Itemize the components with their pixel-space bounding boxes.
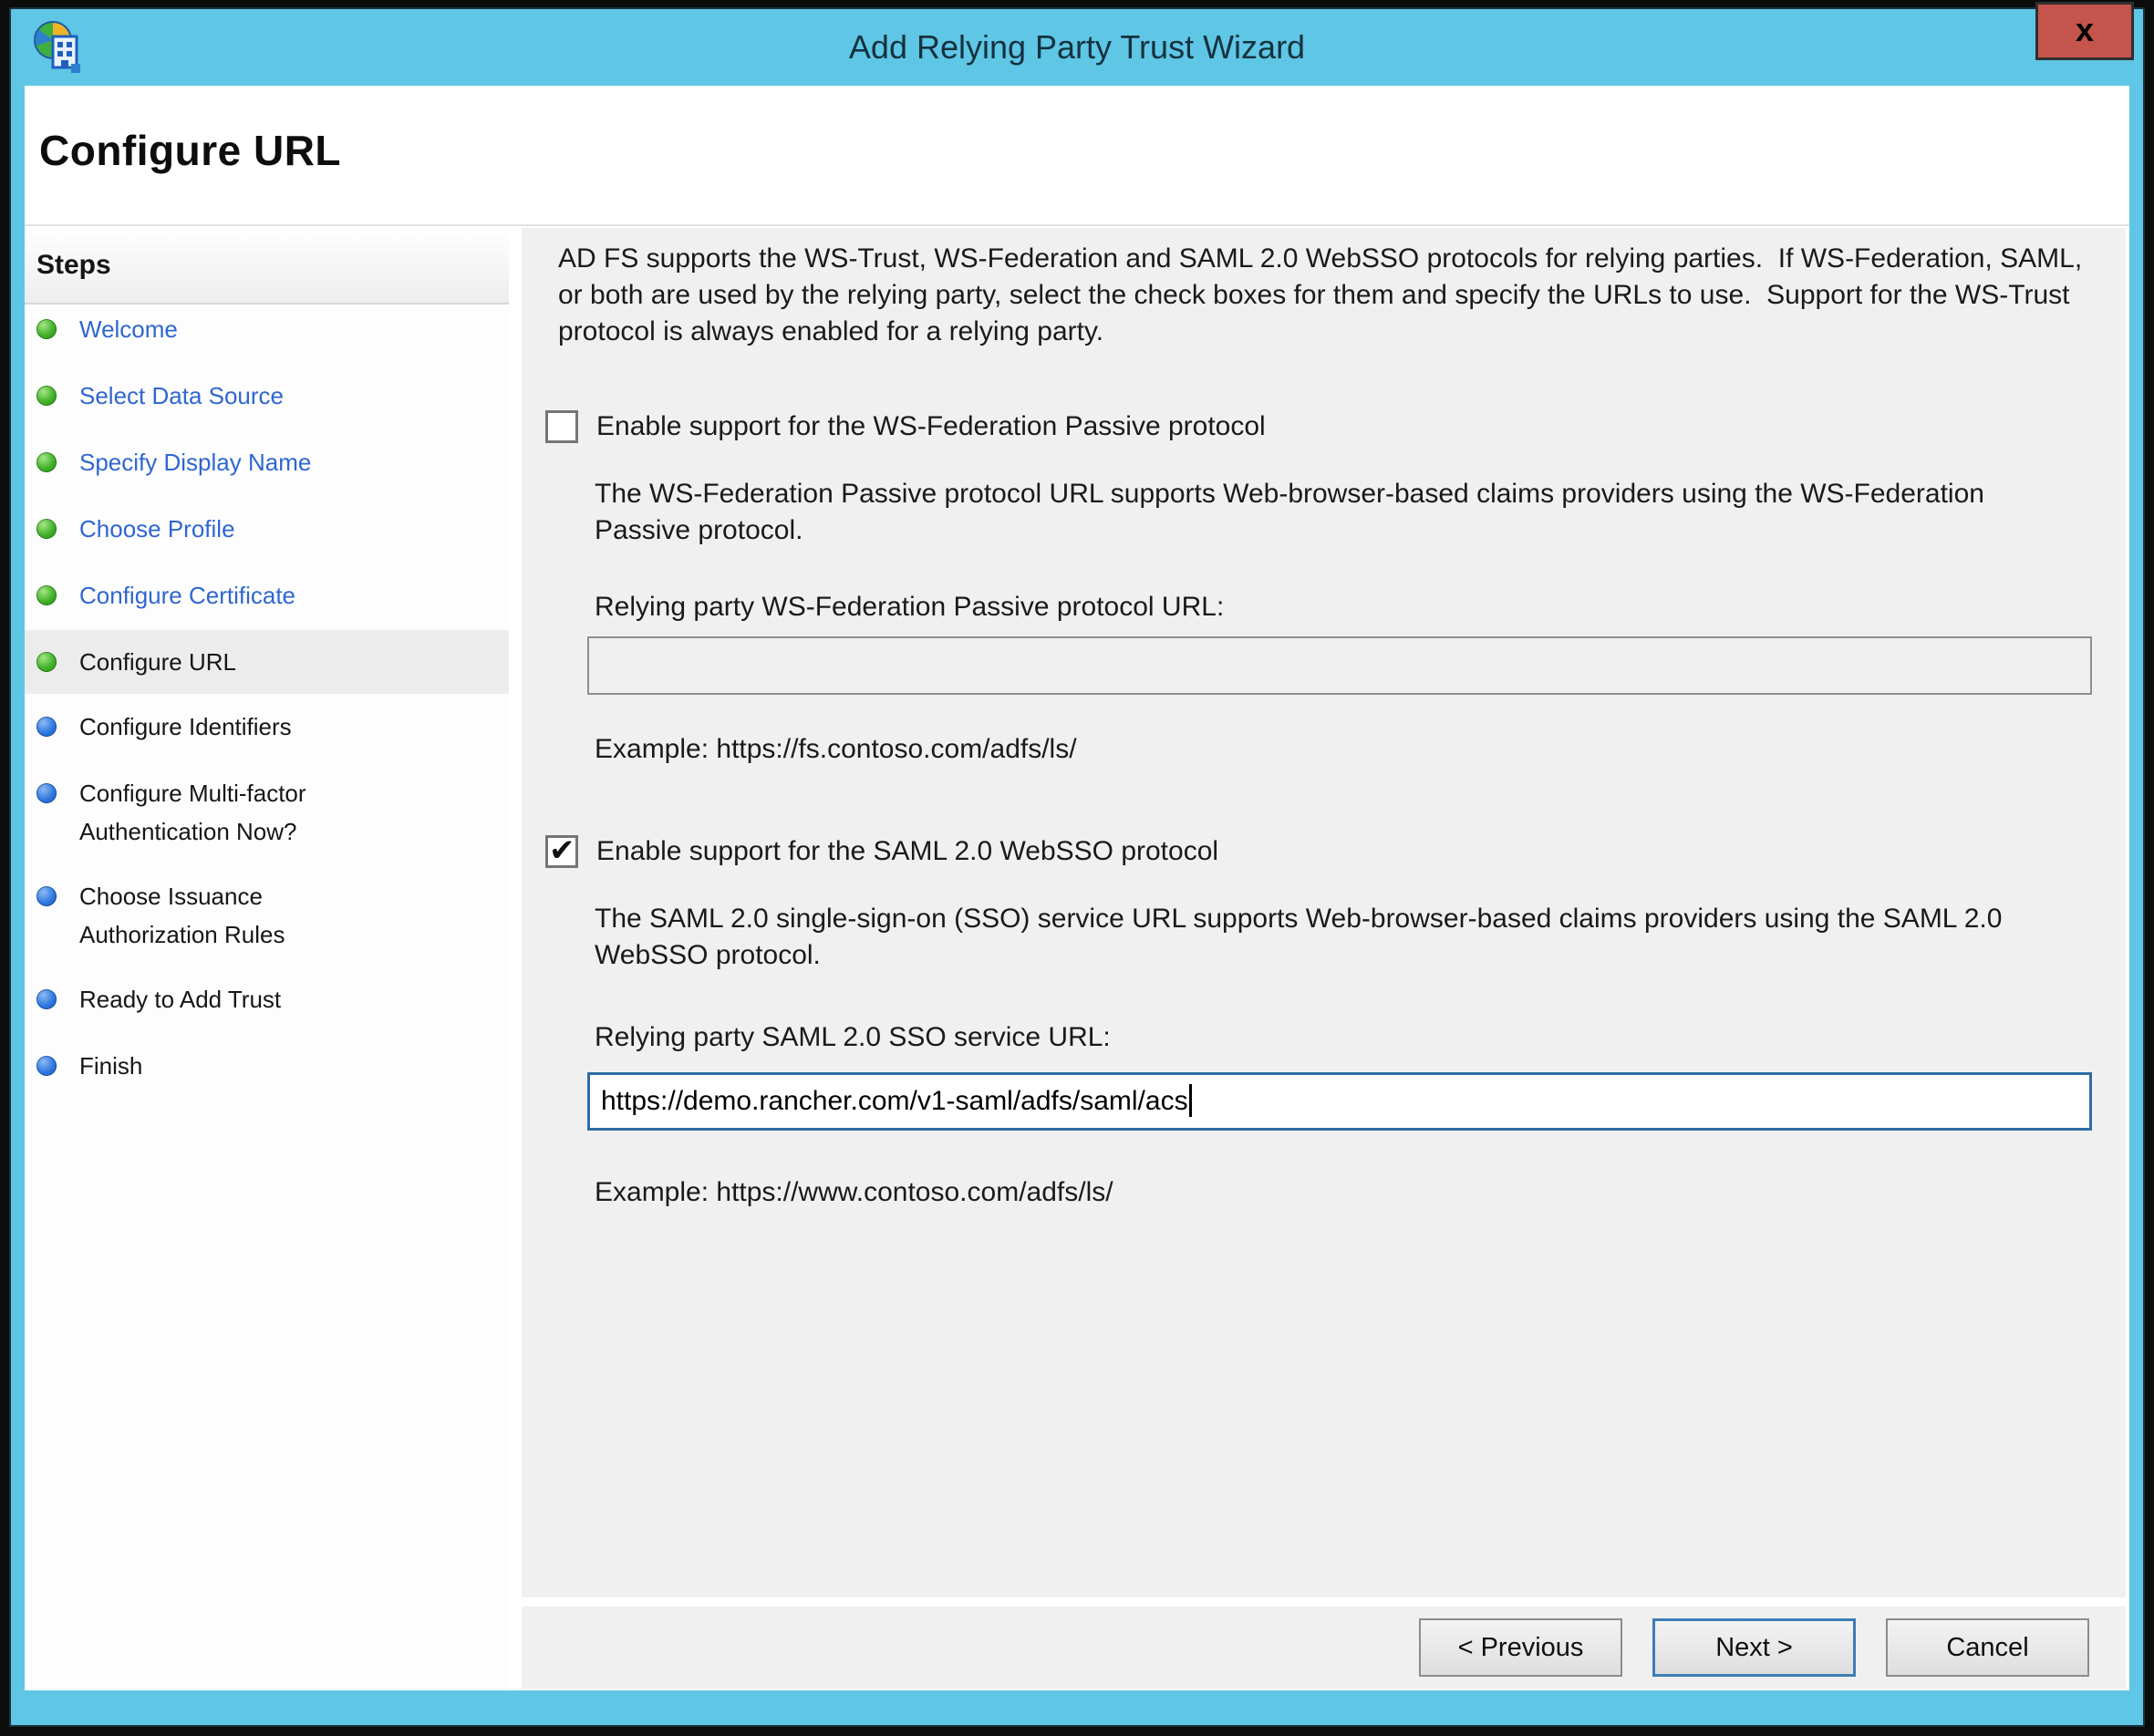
step-upcoming-bullet-icon [36,989,57,1009]
next-button[interactable]: Next > [1652,1618,1856,1677]
step-select-data-source[interactable]: Select Data Source [25,377,509,417]
button-bar: < Previous Next > Cancel [522,1607,2126,1689]
wsfed-example-text: Example: https://fs.contoso.com/adfs/ls/ [595,734,1077,764]
step-choose-profile[interactable]: Choose Profile [25,510,509,550]
step-done-bullet-icon [36,319,57,339]
previous-button[interactable]: < Previous [1419,1618,1622,1677]
steps-header: Steps [25,228,509,305]
close-button[interactable]: x [2035,2,2134,60]
step-configure-mfa: Configure Multi-factor Authentication No… [25,774,509,851]
wsfed-checkbox[interactable] [545,410,578,443]
steps-list: Welcome Select Data Source Specify Displ… [25,310,509,1087]
step-finish: Finish [25,1047,509,1087]
saml-sso-url-input[interactable]: https://demo.rancher.com/v1-saml/adfs/sa… [587,1072,2092,1131]
step-configure-identifiers: Configure Identifiers [25,708,509,748]
step-configure-url: Configure URL [25,630,509,694]
step-upcoming-bullet-icon [36,886,57,906]
step-done-bullet-icon [36,452,57,472]
content-pane: AD FS supports the WS-Trust, WS-Federati… [522,228,2126,1597]
step-upcoming-bullet-icon [36,717,57,737]
wsfed-description: The WS-Federation Passive protocol URL s… [595,479,1984,545]
step-configure-certificate[interactable]: Configure Certificate [25,576,509,616]
wsfed-url-input [587,636,2092,695]
step-done-bullet-icon [36,519,57,539]
saml-example-text: Example: https://www.contoso.com/adfs/ls… [595,1177,1113,1207]
saml-checkbox-label: Enable support for the SAML 2.0 WebSSO p… [596,836,1219,866]
page-header: Configure URL [25,86,2129,226]
intro-text: AD FS supports the WS-Trust, WS-Federati… [558,243,2090,346]
step-welcome[interactable]: Welcome [25,310,509,350]
saml-checkbox-row: Enable support for the SAML 2.0 WebSSO p… [545,832,1219,870]
steps-sidebar: Steps Welcome Select Data Source Specify… [25,228,509,1690]
cancel-button[interactable]: Cancel [1886,1618,2089,1677]
window-title: Add Relying Party Trust Wizard [848,28,1306,66]
saml-checkbox[interactable] [545,832,578,869]
title-bar: Add Relying Party Trust Wizard [11,9,2143,86]
step-done-bullet-icon [36,652,57,672]
wsfed-checkbox-row: Enable support for the WS-Federation Pas… [545,408,1266,445]
step-upcoming-bullet-icon [36,1056,57,1076]
step-done-bullet-icon [36,585,57,605]
saml-url-label: Relying party SAML 2.0 SSO service URL: [595,1022,1111,1052]
step-choose-issuance-rules: Choose Issuance Authorization Rules [25,877,509,954]
wizard-dialog: Add Relying Party Trust Wizard Configure… [9,7,2145,1727]
step-done-bullet-icon [36,386,57,406]
wsfed-checkbox-label: Enable support for the WS-Federation Pas… [596,411,1266,441]
step-specify-display-name[interactable]: Specify Display Name [25,443,509,483]
step-ready-to-add-trust: Ready to Add Trust [25,980,509,1020]
page-title: Configure URL [39,127,342,174]
dialog-body: Configure URL Steps Welcome Select Data … [25,86,2129,1690]
text-cursor [1188,1084,1192,1117]
step-upcoming-bullet-icon [36,783,57,803]
saml-description: The SAML 2.0 single-sign-on (SSO) servic… [595,904,2003,970]
wsfed-url-label: Relying party WS-Federation Passive prot… [595,592,1225,622]
